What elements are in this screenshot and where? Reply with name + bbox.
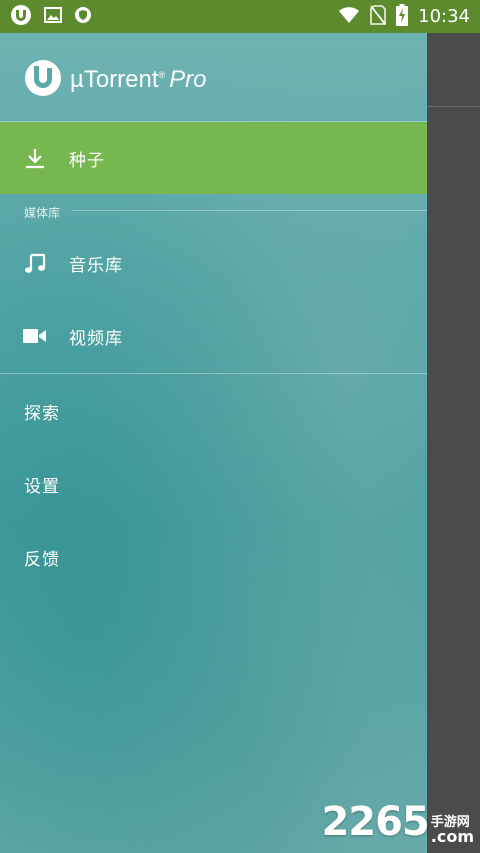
download-icon (23, 146, 47, 170)
section-divider (72, 210, 427, 211)
watermark: 2265 手游网 .com (321, 799, 474, 845)
menu-item-torrents[interactable]: 种子 (0, 122, 427, 194)
shield-icon (74, 6, 92, 28)
watermark-number: 2265 (321, 799, 429, 845)
menu-item-label: 视频库 (69, 328, 123, 349)
overlay-divider (427, 106, 480, 107)
menu-item-video[interactable]: 视频库 (0, 300, 427, 372)
image-icon (44, 6, 62, 28)
no-sim-icon (370, 4, 387, 29)
menu-item-label: 探索 (24, 403, 60, 424)
menu-item-label: 种子 (69, 150, 105, 171)
clock: 10:34 (418, 6, 470, 27)
registered-mark: ® (158, 70, 166, 80)
app-name-main: µTorrent (70, 66, 159, 93)
menu-item-label: 音乐库 (69, 255, 123, 276)
music-note-icon (23, 251, 47, 275)
media-divider (0, 373, 427, 374)
drawer-header: µTorrent® Pro (0, 33, 427, 121)
menu-item-music[interactable]: 音乐库 (0, 227, 427, 299)
video-camera-icon (23, 324, 47, 348)
menu-item-search[interactable]: 探索 (0, 375, 427, 447)
content-overlay[interactable] (427, 33, 480, 853)
menu-item-feedback[interactable]: 反馈 (0, 521, 427, 593)
watermark-line2: .com (430, 827, 474, 846)
wifi-icon (338, 6, 360, 28)
battery-charging-icon (396, 3, 409, 30)
app-edition: Pro (169, 66, 207, 93)
menu-item-label: 设置 (24, 476, 60, 497)
utorrent-icon (10, 4, 32, 30)
app-logo: µTorrent® Pro (24, 59, 207, 101)
watermark-text: 手游网 .com (431, 816, 474, 845)
app-name: µTorrent® Pro (70, 66, 207, 94)
menu-item-label: 反馈 (24, 549, 60, 570)
menu-item-settings[interactable]: 设置 (0, 448, 427, 520)
utorrent-logo-icon (24, 59, 62, 101)
navigation-drawer: µTorrent® Pro 种子 媒体库 音乐库 视频库 探索 设置 反馈 (0, 33, 427, 853)
section-label-media: 媒体库 (24, 206, 61, 220)
status-bar: 10:34 (0, 0, 480, 33)
